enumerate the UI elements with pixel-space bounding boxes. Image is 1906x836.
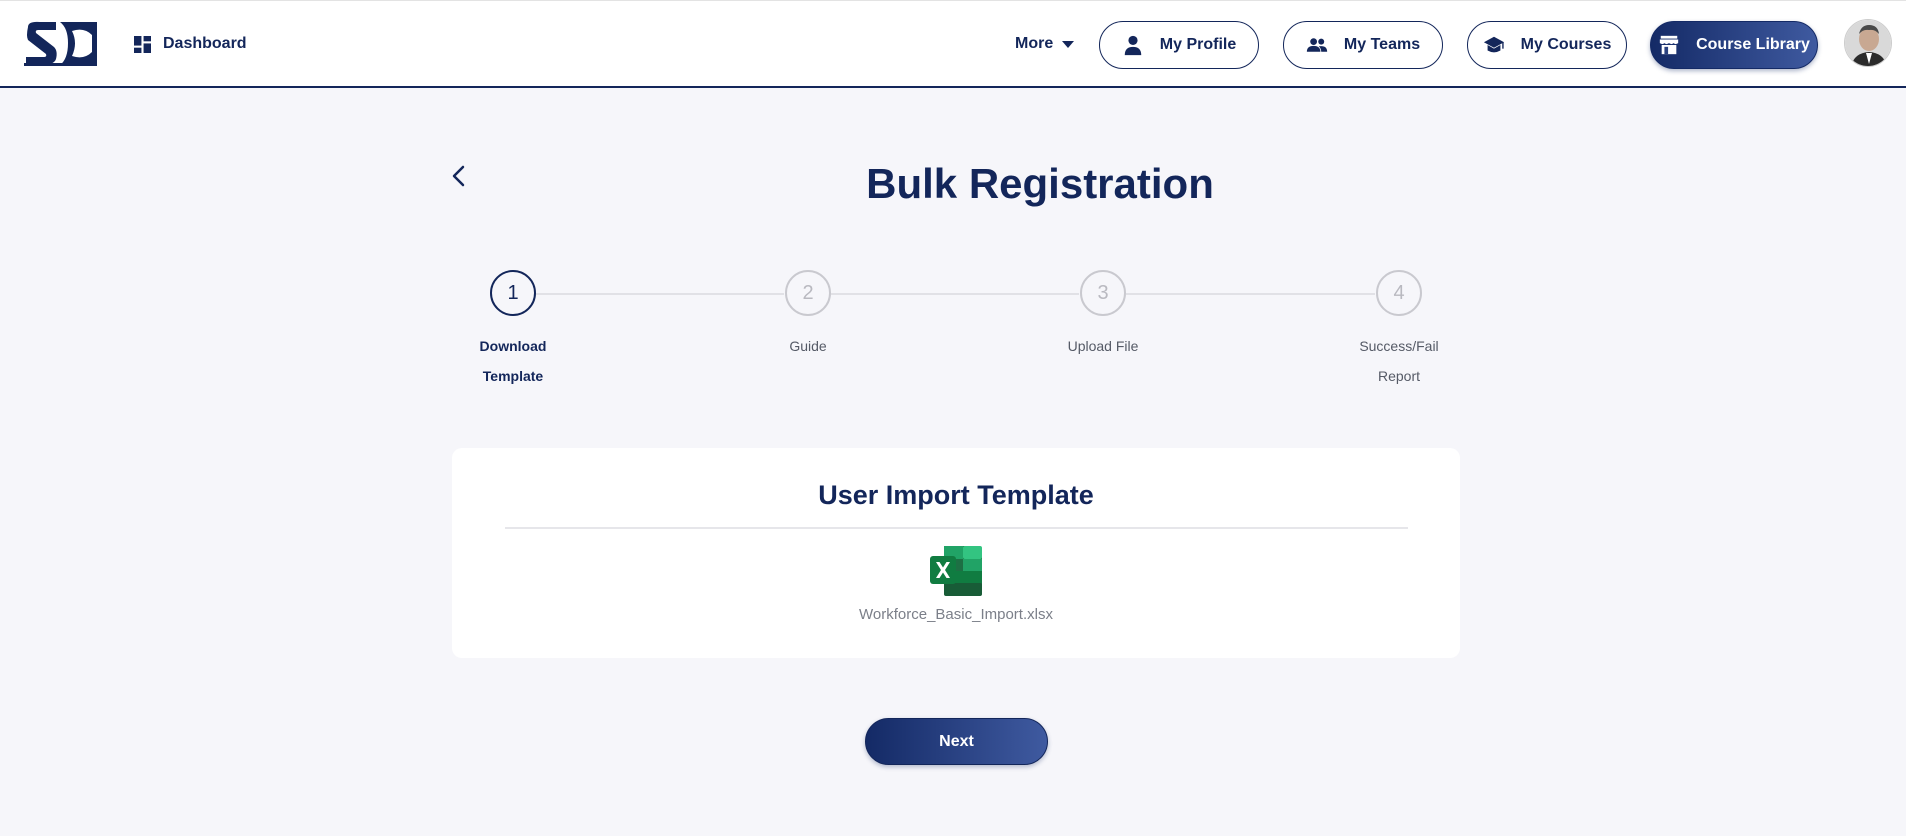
divider (505, 527, 1408, 529)
step-4-label-line2: Report (1377, 368, 1421, 384)
registration-stepper: 1 2 3 4 Download Template Guide Upload F… (0, 0, 1906, 400)
step-3-label-line1: Upload File (1067, 338, 1139, 354)
step-4-circle[interactable]: 4 (1376, 270, 1422, 316)
card-title: User Import Template (818, 480, 1094, 510)
step-2-circle[interactable]: 2 (785, 270, 831, 316)
step-1-label-line1: Download (479, 338, 547, 354)
template-card: User Import Template Workforce_Basic_Imp… (452, 448, 1460, 658)
excel-icon[interactable] (930, 546, 982, 596)
step-2-label: Guide (738, 331, 878, 361)
step-connector (831, 293, 1079, 295)
next-button[interactable]: Next (865, 718, 1048, 765)
step-1-circle[interactable]: 1 (490, 270, 536, 316)
step-4-label: Success/Fail Report (1329, 331, 1469, 391)
step-4-label-line1: Success/Fail (1359, 338, 1439, 354)
step-2-label-line1: Guide (789, 338, 827, 354)
step-connector (1126, 293, 1375, 295)
template-file-link[interactable]: Workforce_Basic_Import.xlsx (452, 606, 1460, 623)
step-3-circle[interactable]: 3 (1080, 270, 1126, 316)
step-1-label: Download Template (443, 331, 583, 391)
step-3-label: Upload File (1033, 331, 1173, 361)
step-connector (536, 293, 784, 295)
step-1-label-line2: Template (482, 368, 544, 384)
